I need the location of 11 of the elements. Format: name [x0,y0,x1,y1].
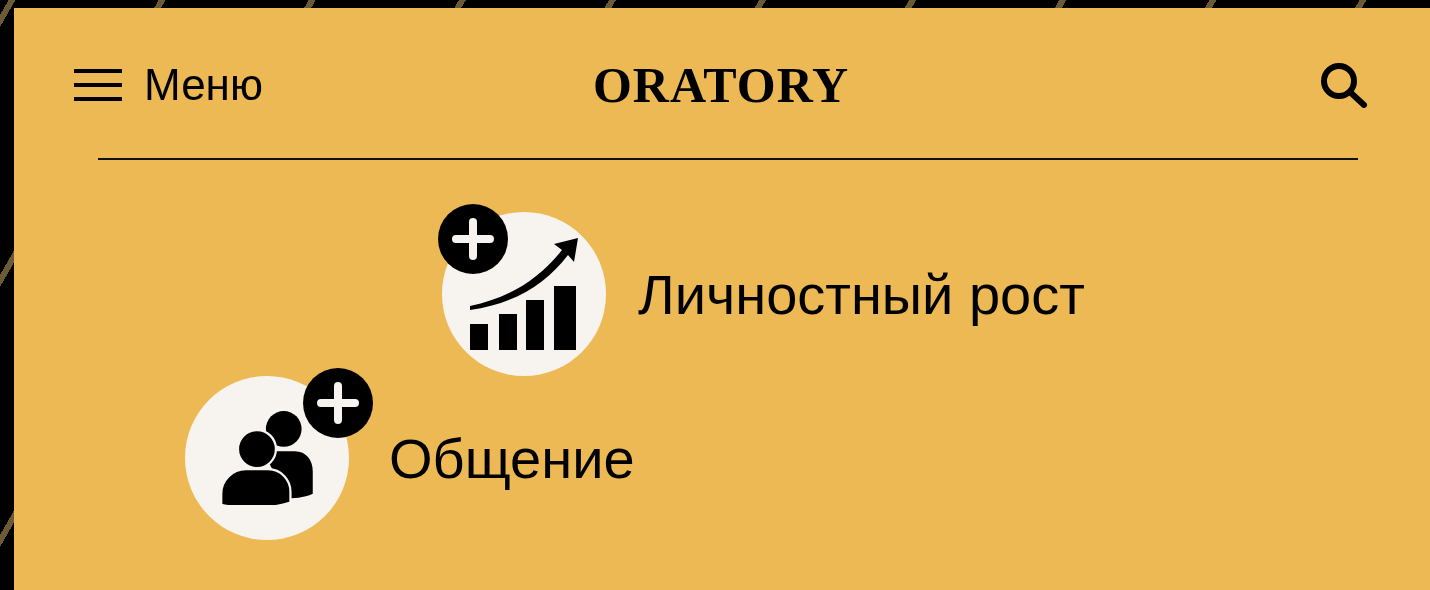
menu-icon [74,69,122,101]
search-button[interactable] [1320,62,1368,108]
plus-icon [450,216,496,262]
topic-link[interactable]: Общение [389,425,635,491]
topic-link[interactable]: Личностный рост [638,261,1085,327]
search-icon [1320,62,1368,108]
site-logo: ORATORY [592,56,850,114]
growth-chart-icon [470,238,578,350]
menu-button[interactable]: Меню [74,60,263,110]
plus-icon [315,380,361,426]
people-icon [219,411,315,505]
